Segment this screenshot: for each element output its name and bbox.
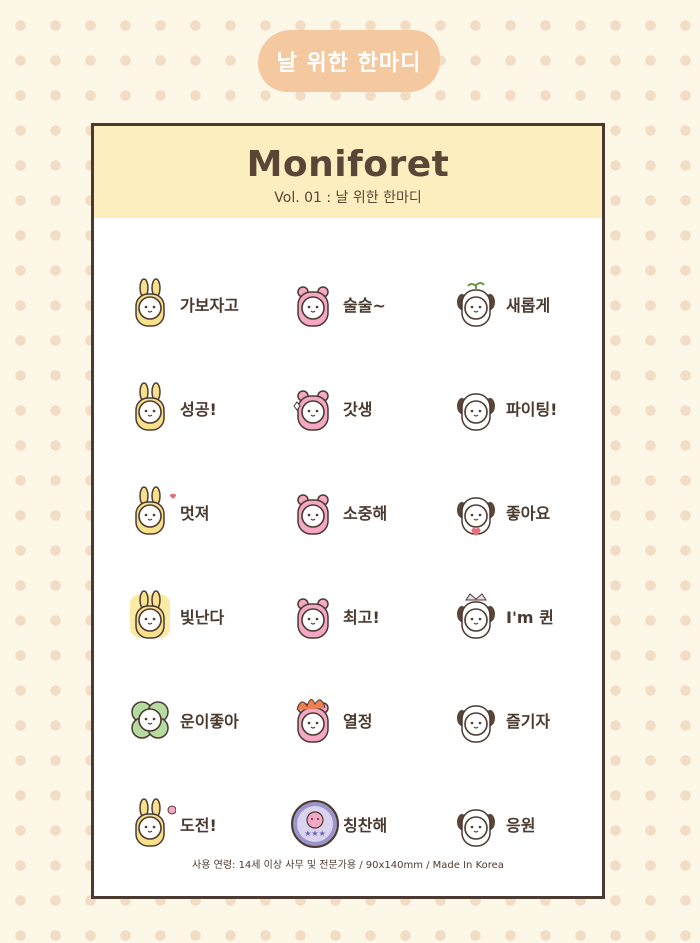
yellow-bunny-flower-icon [135, 798, 176, 847]
pink-bear-icon [297, 286, 329, 327]
sticker-item: 파이팅! [454, 356, 617, 460]
sticker-label: 즐기자 [506, 712, 551, 731]
svg-text:★★★: ★★★ [304, 829, 326, 838]
sticker-item: 좋아요 [454, 460, 617, 564]
sticker-label: I'm 퀸 [506, 608, 554, 627]
sticker-card: Moniforet Vol. 01 : 날 위한 한마디 가보자고 술술~ 새롭… [91, 123, 605, 899]
yellow-bunny-icon [135, 278, 165, 327]
sticker-label: 갓생 [343, 400, 373, 419]
sticker-label: 운이좋아 [180, 712, 239, 731]
sticker-label: 응원 [506, 816, 536, 835]
sticker-item: 소중해 [291, 460, 454, 564]
sticker-item: 최고! [291, 564, 454, 668]
sticker-label: 도전! [180, 816, 217, 835]
pink-bear-icon [297, 494, 329, 535]
yellow-bunny-icon [135, 382, 165, 431]
puppy-icon [457, 393, 495, 431]
sticker-grid: 가보자고 술술~ 새롭게 성공! 갓생 파이팅! 멋져 소중해 좋아요 빛난다 … [94, 218, 602, 876]
yellow-bunny-heart-icon [135, 486, 176, 535]
sticker-label: 열정 [343, 712, 373, 731]
sticker-item: I'm 퀸 [454, 564, 617, 668]
sticker-item: 즐기자 [454, 668, 617, 772]
sticker-label: 좋아요 [506, 504, 551, 523]
puppy-crown-icon [457, 593, 495, 639]
sticker-label: 소중해 [343, 504, 388, 523]
sticker-item: 새롭게 [454, 252, 617, 356]
pink-bear-fire-icon [296, 699, 329, 743]
clover-icon [131, 701, 169, 739]
pink-bear-icon [297, 598, 329, 639]
star-badge-icon: ★★★ [291, 800, 339, 848]
sticker-item: 가보자고 [128, 252, 291, 356]
sticker-item: 열정 [291, 668, 454, 772]
sticker-item: 운이좋아 [128, 668, 291, 772]
sticker-label: 파이팅! [506, 400, 558, 419]
card-header: Moniforet Vol. 01 : 날 위한 한마디 [94, 126, 602, 218]
sticker-label: 성공! [180, 400, 217, 419]
sticker-item: 성공! [128, 356, 291, 460]
sticker-label: 새롭게 [506, 296, 551, 315]
puppy-icon [457, 705, 495, 743]
pink-bear-sparkle-icon [293, 390, 329, 431]
puppy-sprout-icon [457, 282, 495, 327]
sticker-label: 술술~ [343, 296, 386, 315]
sticker-label: 최고! [343, 608, 380, 627]
card-title: Moniforet [246, 144, 450, 185]
sticker-label: 빛난다 [180, 608, 225, 627]
card-subtitle: Vol. 01 : 날 위한 한마디 [274, 190, 422, 206]
sticker-item: 멋져 [128, 460, 291, 564]
sticker-item: 빛난다 [128, 564, 291, 668]
card-footer: 사용 연령: 14세 이상 사무 및 전문가용 / 90x140mm / Mad… [192, 860, 504, 871]
yellow-bunny-glow-icon [130, 590, 170, 639]
puppy-heart-icon [457, 497, 495, 536]
sticker-label: 가보자고 [180, 296, 239, 315]
sticker-label: 칭찬해 [343, 816, 388, 835]
sticker-item: 술술~ [291, 252, 454, 356]
badge-text: 날 위한 한마디 [276, 51, 422, 76]
sticker-label: 멋져 [180, 504, 210, 523]
puppy-icon [457, 809, 495, 847]
title-badge: 날 위한 한마디 [258, 30, 440, 92]
sticker-item: 갓생 [291, 356, 454, 460]
